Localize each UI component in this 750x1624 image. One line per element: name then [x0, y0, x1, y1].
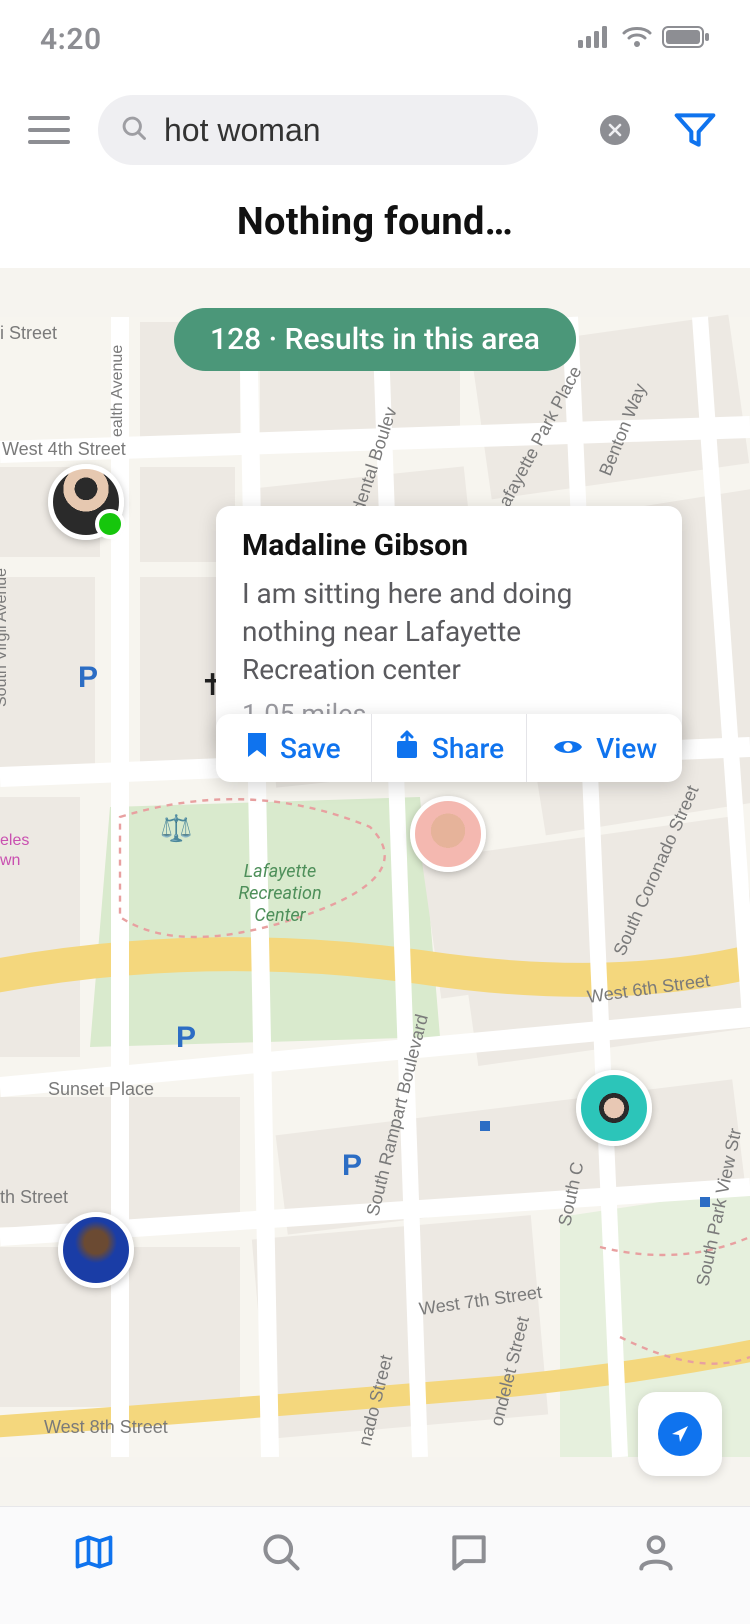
svg-text:West 4th Street: West 4th Street: [2, 439, 126, 459]
tab-bar: [0, 1506, 750, 1624]
bookmark-icon: [246, 731, 268, 766]
status-bar: 4:20: [0, 0, 750, 78]
map-marker-user-1[interactable]: [48, 464, 124, 540]
svg-text:⚖️: ⚖️: [160, 813, 192, 844]
svg-text:P: P: [78, 661, 98, 694]
svg-text:th Street: th Street: [0, 1187, 68, 1207]
map-icon: [72, 1530, 116, 1578]
locate-me-button[interactable]: [638, 1392, 722, 1476]
clear-search-button[interactable]: [600, 115, 630, 145]
search-input[interactable]: [164, 112, 584, 149]
svg-text:eles: eles: [0, 832, 29, 849]
map-marker-user-4[interactable]: [58, 1212, 134, 1288]
location-arrow-icon: [658, 1412, 702, 1456]
svg-text:P: P: [342, 1149, 362, 1182]
view-button[interactable]: View: [526, 714, 682, 782]
cellular-icon: [578, 26, 612, 52]
header: [0, 90, 750, 170]
battery-icon: [662, 26, 710, 52]
svg-text:Sunset Place: Sunset Place: [48, 1079, 154, 1099]
user-status: I am sitting here and doing nothing near…: [242, 575, 656, 688]
status-time: 4:20: [40, 22, 102, 57]
filter-button[interactable]: [668, 103, 722, 157]
map-canvas[interactable]: P P P ✝ ⚖️ i Street Reno Apt West 4th St…: [0, 268, 750, 1506]
search-field[interactable]: [98, 95, 538, 165]
chat-icon: [447, 1530, 491, 1578]
search-icon: [120, 114, 148, 146]
results-label: Results in this area: [285, 322, 540, 357]
map-tiles: P P P ✝ ⚖️ i Street Reno Apt West 4th St…: [0, 268, 750, 1506]
map-marker-user-2[interactable]: [410, 796, 486, 872]
share-button[interactable]: Share: [371, 714, 527, 782]
results-pill[interactable]: 128 · Results in this area: [174, 308, 576, 371]
tab-chat[interactable]: [375, 1507, 563, 1624]
status-indicators: [578, 26, 710, 52]
svg-text:i Street: i Street: [0, 323, 57, 343]
svg-text:West 8th Street: West 8th Street: [44, 1417, 168, 1437]
card-actions: Save Share View: [216, 714, 682, 782]
page-title: Nothing found…: [0, 200, 750, 244]
map-marker-user-3[interactable]: [576, 1070, 652, 1146]
svg-text:South Virgil Avenue: South Virgil Avenue: [0, 568, 10, 707]
user-name: Madaline Gibson: [242, 528, 656, 563]
results-count: 128: [210, 322, 261, 357]
svg-text:ealth Avenue: ealth Avenue: [109, 345, 126, 437]
tab-search[interactable]: [188, 1507, 376, 1624]
tab-map[interactable]: [0, 1507, 188, 1624]
wifi-icon: [622, 26, 652, 52]
user-icon: [634, 1530, 678, 1578]
search-icon: [259, 1530, 303, 1578]
svg-text:wn: wn: [0, 852, 20, 869]
menu-button[interactable]: [28, 108, 72, 152]
save-button[interactable]: Save: [216, 714, 371, 782]
share-icon: [394, 730, 420, 767]
tab-profile[interactable]: [563, 1507, 750, 1624]
svg-text:P: P: [176, 1021, 196, 1054]
eye-icon: [552, 732, 584, 765]
